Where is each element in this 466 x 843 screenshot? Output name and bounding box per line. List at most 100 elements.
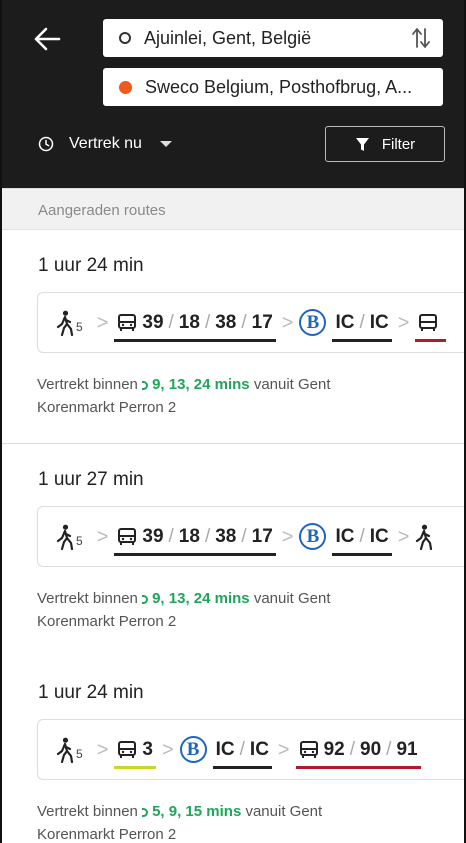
info-prefix: Vertrekt binnen (37, 376, 138, 393)
chevron-right-icon: > (397, 311, 410, 334)
bus-line-number: 92 (323, 738, 345, 760)
bus-line-number: 38 (215, 525, 237, 547)
stop-name: Korenmarkt Perron 2 (37, 399, 177, 416)
route-card[interactable]: 1 uur 24 min 5 > 3 > B IC / IC > 92/ 90 … (2, 657, 464, 843)
walk-leg: 5 (56, 524, 83, 550)
train-line: IC (249, 738, 269, 760)
departure-time-selector[interactable]: Vertrek nu (38, 135, 172, 153)
stop-name: Korenmarkt Perron 2 (37, 826, 177, 843)
walk-leg: 5 (56, 737, 83, 763)
bus-leg: 39/ 18/ 38/ 17 (114, 522, 276, 556)
bus-icon (299, 740, 318, 758)
bus-line-number: 3 (142, 738, 153, 760)
walking-person-icon (56, 310, 74, 336)
chevron-right-icon: > (281, 525, 294, 548)
bus-leg: 92/ 90/ 91 (295, 735, 421, 769)
train-logo-icon: B (299, 523, 327, 550)
origin-circle-icon (119, 32, 131, 44)
bus-icon (118, 740, 137, 758)
train-leg: IC / IC (332, 308, 392, 342)
info-suffix: vanuit Gent (253, 376, 331, 393)
bus-line-number: 90 (360, 738, 382, 760)
route-legs: 5 > 39/ 18/ 38/ 17 > B IC / IC > (37, 506, 464, 567)
route-duration: 1 uur 24 min (38, 682, 144, 703)
destination-dot-icon (119, 80, 132, 94)
bus-line-number: 39 (142, 311, 164, 333)
bus-leg: 39/ 18/ 38/ 17 (114, 308, 276, 342)
train-line: IC (369, 311, 389, 333)
line-color-bar (212, 765, 272, 769)
clock-icon (38, 136, 54, 152)
chevron-right-icon: > (277, 738, 290, 761)
bus-icon (118, 527, 137, 545)
walk-minutes: 5 (76, 533, 83, 548)
train-line: IC (215, 738, 235, 760)
trip-header: Ajuinlei, Gent, België Sweco Belgium, Po… (2, 0, 464, 188)
app-frame: Ajuinlei, Gent, België Sweco Belgium, Po… (0, 0, 466, 843)
walk-leg: 5 (56, 310, 83, 336)
departure-info: Vertrekt binnen 9, 13, 24 mins vanuit Ge… (37, 587, 331, 633)
back-arrow-icon[interactable] (32, 26, 62, 52)
train-leg: IC / IC (332, 522, 392, 556)
realtime-icon (142, 381, 149, 390)
route-card[interactable]: 1 uur 24 min 5 > 39/ 18/ 38/ 17 > B IC / … (2, 230, 464, 444)
train-leg: IC / IC (212, 735, 272, 769)
bus-line-number: 18 (178, 525, 200, 547)
info-suffix: vanuit Gent (245, 803, 323, 820)
route-duration: 1 uur 24 min (38, 255, 144, 276)
destination-field[interactable]: Sweco Belgium, Posthofbrug, A... (103, 68, 443, 106)
bus-leg: 3 (114, 735, 156, 769)
bus-leg-clipped (415, 308, 447, 342)
line-color-bar (295, 765, 421, 769)
dropdown-caret-icon (159, 141, 172, 147)
route-legs: 5 > 3 > B IC / IC > 92/ 90/ 91 (37, 719, 464, 780)
walk-minutes: 5 (76, 319, 83, 334)
train-logo-icon: B (299, 309, 327, 336)
route-card[interactable]: 1 uur 27 min 5 > 39/ 18/ 38/ 17 > B IC / … (2, 444, 464, 658)
train-logo-icon: B (179, 736, 207, 763)
filter-button[interactable]: Filter (325, 126, 445, 162)
bus-line-number: 18 (178, 311, 200, 333)
section-title: Aangeraden routes (2, 188, 464, 230)
walking-person-icon (56, 737, 74, 763)
realtime-minutes: 9, 13, 24 mins (152, 590, 250, 607)
bus-icon (419, 313, 438, 331)
line-color-bar (332, 552, 392, 556)
line-color-bar (114, 552, 276, 556)
route-duration: 1 uur 27 min (38, 469, 144, 490)
origin-field[interactable]: Ajuinlei, Gent, België (103, 19, 443, 57)
swap-icon[interactable] (411, 27, 431, 49)
bus-line-number: 39 (142, 525, 164, 547)
line-color-bar (114, 765, 156, 769)
origin-text: Ajuinlei, Gent, België (144, 27, 312, 48)
bus-icon (118, 313, 137, 331)
train-line: IC (369, 525, 389, 547)
bus-line-number: 17 (251, 311, 273, 333)
chevron-right-icon: > (96, 311, 109, 334)
walk-minutes: 5 (76, 746, 83, 761)
bus-line-number: 38 (215, 311, 237, 333)
info-prefix: Vertrekt binnen (37, 590, 138, 607)
realtime-minutes: 5, 9, 15 mins (152, 803, 242, 820)
walking-person-icon (416, 524, 433, 550)
chevron-right-icon: > (96, 738, 109, 761)
bus-line-number: 17 (251, 525, 273, 547)
line-color-bar (415, 338, 447, 342)
chevron-right-icon: > (397, 525, 410, 548)
filter-label: Filter (381, 135, 416, 153)
departure-label: Vertrek nu (69, 135, 142, 152)
realtime-icon (142, 595, 149, 604)
realtime-icon (142, 808, 149, 817)
line-color-bar (332, 338, 392, 342)
stop-name: Korenmarkt Perron 2 (37, 613, 177, 630)
info-suffix: vanuit Gent (253, 590, 331, 607)
realtime-minutes: 9, 13, 24 mins (152, 376, 250, 393)
line-color-bar (114, 338, 276, 342)
chevron-right-icon: > (96, 525, 109, 548)
walking-person-icon (56, 524, 74, 550)
info-prefix: Vertrekt binnen (37, 803, 138, 820)
filter-funnel-icon (355, 137, 369, 151)
bus-line-number: 91 (396, 738, 418, 760)
departure-info: Vertrekt binnen 5, 9, 15 mins vanuit Gen… (37, 800, 322, 843)
route-legs: 5 > 39/ 18/ 38/ 17 > B IC / IC > (37, 292, 464, 353)
